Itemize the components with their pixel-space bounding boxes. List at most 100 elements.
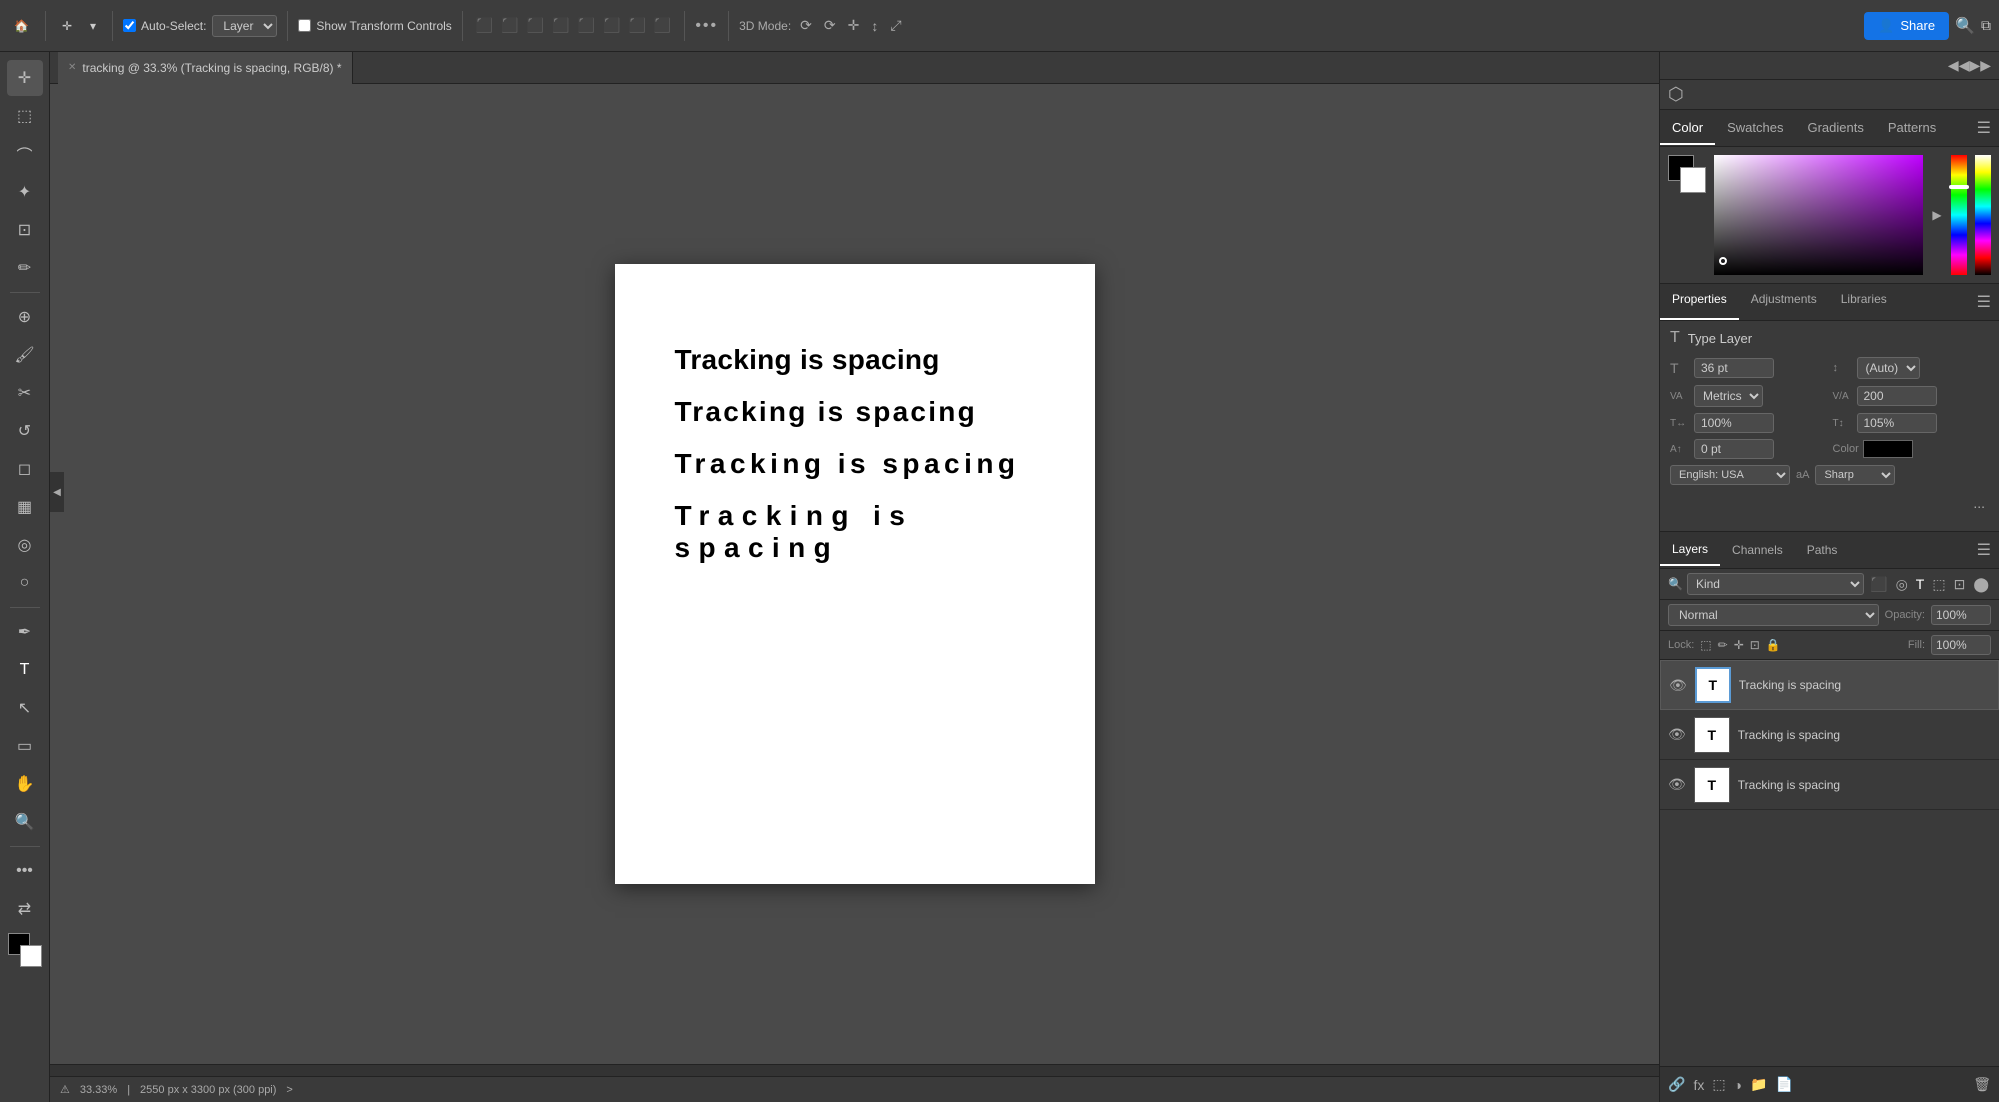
font-size-input[interactable] (1694, 358, 1774, 378)
more-options-button[interactable]: ... (1969, 491, 1989, 515)
align-bottom-button[interactable]: ⬛ (625, 14, 648, 37)
search-button[interactable]: 🔍 (1955, 16, 1975, 36)
crop-tool[interactable]: ⊡ (7, 212, 43, 248)
antialiasing-select[interactable]: Sharp (1815, 465, 1895, 485)
v-scale-input[interactable] (1857, 413, 1937, 433)
align-left-button[interactable]: ⬛ (473, 14, 496, 37)
background-swatch[interactable] (1680, 167, 1706, 193)
transform-controls-checkbox[interactable] (298, 19, 311, 32)
lock-all-button[interactable]: 🔒 (1766, 638, 1781, 652)
left-collapse-button[interactable]: ◀ (50, 472, 64, 512)
color-gradient-picker[interactable] (1714, 155, 1923, 275)
new-group-button[interactable]: 📁 (1750, 1076, 1767, 1093)
window-resize-button[interactable]: ⧉ (1981, 17, 1991, 34)
dropdown-button[interactable]: ▾ (84, 15, 102, 37)
collapse-right-button[interactable]: ▶▶ (1969, 57, 1991, 74)
filter-adjust-button[interactable]: ◎ (1894, 574, 1910, 595)
properties-panel-menu[interactable]: ☰ (1969, 284, 1999, 320)
filter-smartobj-button[interactable]: ⊡ (1952, 574, 1968, 595)
filter-shape-button[interactable]: ⬚ (1930, 574, 1947, 595)
tab-libraries[interactable]: Libraries (1829, 284, 1899, 320)
eyedropper-tool[interactable]: ✏ (7, 250, 43, 286)
3d-pan-button[interactable]: ✛ (845, 14, 863, 37)
move-tool[interactable]: ✛ (7, 60, 43, 96)
filter-kind-select[interactable]: Kind (1687, 573, 1864, 595)
tab-paths[interactable]: Paths (1795, 535, 1850, 565)
share-button[interactable]: 👤 Share (1864, 12, 1949, 40)
align-top-button[interactable]: ⬛ (575, 14, 598, 37)
3d-roll-button[interactable]: ⟳ (821, 14, 839, 37)
delete-layer-button[interactable]: 🗑 (1973, 1076, 1991, 1093)
tab-layers[interactable]: Layers (1660, 534, 1720, 566)
pen-tool[interactable]: ✒ (7, 614, 43, 650)
hue-slider[interactable] (1951, 155, 1967, 275)
kerning-select[interactable]: Metrics (1694, 385, 1763, 407)
magic-wand-tool[interactable]: ✦ (7, 174, 43, 210)
color-panel-menu[interactable]: ☰ (1969, 110, 1999, 146)
lasso-tool[interactable]: ⌒ (7, 136, 43, 172)
hand-tool[interactable]: ✋ (7, 766, 43, 802)
language-select[interactable]: English: USA (1670, 465, 1790, 485)
text-color-swatch[interactable] (1863, 440, 1913, 458)
new-adjustment-button[interactable]: ◑ (1734, 1077, 1742, 1093)
3d-cube-icon[interactable]: ⬡ (1668, 84, 1684, 105)
layer-item[interactable]: 👁 T Tracking is spacing (1660, 660, 1999, 710)
lock-transparent-button[interactable]: ⬚ (1700, 638, 1711, 652)
collapse-left-button[interactable]: ◀◀ (1948, 57, 1970, 74)
status-arrow[interactable]: > (286, 1084, 292, 1096)
leading-select[interactable]: (Auto) (1857, 357, 1920, 379)
tab-patterns[interactable]: Patterns (1876, 112, 1948, 145)
new-layer-button[interactable]: 📄 (1775, 1076, 1792, 1093)
align-spacer-button[interactable]: ⬛ (549, 14, 572, 37)
move-tool-button[interactable]: ✛ (56, 15, 78, 37)
document-tab[interactable]: ✕ tracking @ 33.3% (Tracking is spacing,… (58, 52, 353, 84)
rectangle-tool[interactable]: ▭ (7, 728, 43, 764)
clone-stamp-tool[interactable]: ✂ (7, 375, 43, 411)
tab-swatches[interactable]: Swatches (1715, 112, 1795, 145)
dodge-tool[interactable]: ○ (7, 565, 43, 601)
tab-gradients[interactable]: Gradients (1795, 112, 1875, 145)
align-center-v-button[interactable]: ⬛ (600, 14, 623, 37)
filter-pixel-button[interactable]: ⬛ (1868, 574, 1889, 595)
auto-select-checkbox[interactable] (123, 19, 136, 32)
saturation-slider[interactable] (1975, 155, 1991, 275)
lock-image-button[interactable]: ✏ (1718, 638, 1728, 652)
filter-type-button[interactable]: T (1914, 574, 1927, 594)
align-center-h-button[interactable]: ⬛ (498, 14, 521, 37)
3d-scale-button[interactable]: ⤢ (887, 14, 904, 37)
brush-tool[interactable]: 🖌 (7, 337, 43, 373)
auto-select-type-select[interactable]: Layer (212, 15, 277, 37)
canvas-viewport[interactable]: Tracking is spacing Tracking is spacing … (50, 84, 1659, 1064)
tab-adjustments[interactable]: Adjustments (1739, 284, 1829, 320)
lock-artboard-button[interactable]: ⊡ (1750, 638, 1760, 652)
foreground-bg-swap[interactable]: ⇄ (7, 891, 43, 927)
layer-visibility-2[interactable]: 👁 (1668, 726, 1686, 743)
gradient-tool[interactable]: ▦ (7, 489, 43, 525)
layer-effects-button[interactable]: fx (1693, 1077, 1704, 1093)
align-right-button[interactable]: ⬛ (524, 14, 547, 37)
opacity-input[interactable] (1931, 605, 1991, 625)
more-options-icon[interactable]: ••• (695, 17, 718, 35)
tab-properties[interactable]: Properties (1660, 284, 1739, 320)
zoom-tool[interactable]: 🔍 (7, 804, 43, 840)
horizontal-scrollbar[interactable] (50, 1064, 1659, 1076)
background-color[interactable] (20, 945, 42, 967)
h-scale-input[interactable] (1694, 413, 1774, 433)
marquee-tool[interactable]: ⬚ (7, 98, 43, 134)
link-layers-button[interactable]: 🔗 (1668, 1076, 1685, 1093)
layer-visibility-3[interactable]: 👁 (1668, 776, 1686, 793)
blend-mode-select[interactable]: Normal (1668, 604, 1879, 626)
layer-visibility-1[interactable]: 👁 (1669, 677, 1687, 694)
path-selection-tool[interactable]: ↖ (7, 690, 43, 726)
tab-close-button[interactable]: ✕ (68, 62, 76, 73)
spot-heal-tool[interactable]: ⊕ (7, 299, 43, 335)
type-tool[interactable]: T (7, 652, 43, 688)
tab-color[interactable]: Color (1660, 112, 1715, 145)
tracking-input[interactable] (1857, 386, 1937, 406)
layer-item[interactable]: 👁 T Tracking is spacing (1660, 760, 1999, 810)
filter-active-toggle[interactable]: ⬤ (1971, 574, 1991, 595)
history-brush-tool[interactable]: ↺ (7, 413, 43, 449)
layers-panel-menu[interactable]: ☰ (1969, 532, 1999, 568)
tab-channels[interactable]: Channels (1720, 535, 1795, 565)
layer-item[interactable]: 👁 T Tracking is spacing (1660, 710, 1999, 760)
